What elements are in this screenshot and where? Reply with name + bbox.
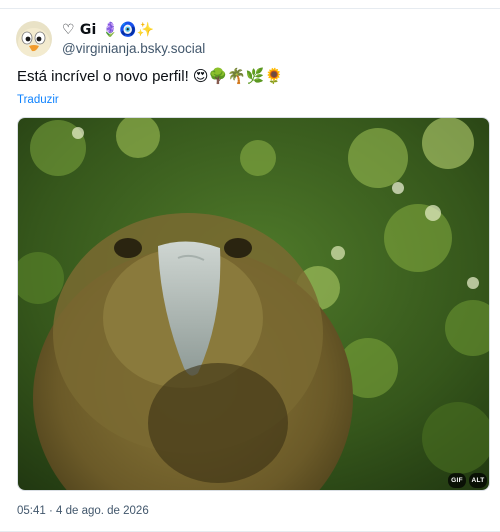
cartoon-bird-avatar-icon bbox=[16, 21, 52, 57]
post-media[interactable] bbox=[17, 117, 490, 491]
avatar[interactable] bbox=[16, 21, 52, 57]
divider bbox=[0, 8, 500, 9]
alt-badge[interactable]: ALT bbox=[469, 473, 487, 488]
post-card: ♡ Gi 🪻🧿✨ @virginianja.bsky.social Está i… bbox=[0, 0, 500, 532]
author-handle[interactable]: @virginianja.bsky.social bbox=[62, 41, 205, 59]
kakapo-parrot-gif-image bbox=[18, 118, 489, 490]
post-timestamp[interactable]: 05:41 · 4 de ago. de 2026 bbox=[17, 505, 149, 521]
translate-link[interactable]: Traduzir bbox=[17, 94, 59, 108]
author-display-name[interactable]: ♡ Gi 🪻🧿✨ bbox=[62, 22, 154, 40]
gif-badge: GIF bbox=[448, 473, 466, 488]
post-text: Está incrível o novo perfil! 😍🌳🌴🌿🌻 bbox=[17, 68, 284, 85]
